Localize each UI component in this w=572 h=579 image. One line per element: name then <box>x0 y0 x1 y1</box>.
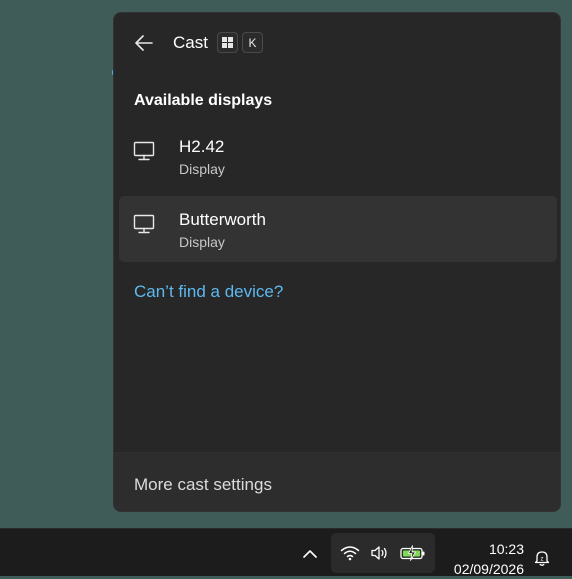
cant-find-device-link[interactable]: Can’t find a device? <box>134 282 283 302</box>
win-key-icon <box>217 32 238 53</box>
clock-date: 02/09/2026 <box>453 561 524 577</box>
system-clock[interactable]: 10:23 02/09/2026 <box>440 539 524 579</box>
panel-title: Cast <box>173 33 208 52</box>
back-button[interactable] <box>130 29 158 57</box>
clock-time: 10:23 <box>488 541 524 557</box>
chevron-up-icon <box>303 549 317 558</box>
quick-settings-tray[interactable] <box>331 533 435 573</box>
device-item-h242[interactable]: H2.42 Display <box>119 123 557 189</box>
shortcut-key-k: K <box>242 32 263 53</box>
device-name: Butterworth <box>179 210 266 229</box>
monitor-icon <box>133 214 155 234</box>
section-title: Available displays <box>134 92 273 109</box>
wifi-icon <box>338 542 362 564</box>
more-cast-settings-link[interactable]: More cast settings <box>134 475 272 495</box>
device-type: Display <box>179 161 225 177</box>
cast-panel: Cast K Available displays H2.42 Display … <box>113 12 561 512</box>
taskbar: 10:23 02/09/2026 z <box>0 528 572 579</box>
panel-footer: More cast settings <box>114 452 560 511</box>
panel-header: Cast K <box>114 13 560 71</box>
device-name: H2.42 <box>179 137 225 156</box>
back-arrow-icon <box>135 35 153 51</box>
svg-text:z: z <box>541 557 544 563</box>
notification-bell-icon[interactable]: z <box>531 547 553 569</box>
volume-icon <box>368 542 392 564</box>
show-hidden-icons-button[interactable] <box>298 541 322 565</box>
device-type: Display <box>179 234 225 250</box>
device-item-butterworth[interactable]: Butterworth Display <box>119 196 557 262</box>
battery-charging-icon <box>399 542 427 564</box>
monitor-icon <box>133 141 155 161</box>
